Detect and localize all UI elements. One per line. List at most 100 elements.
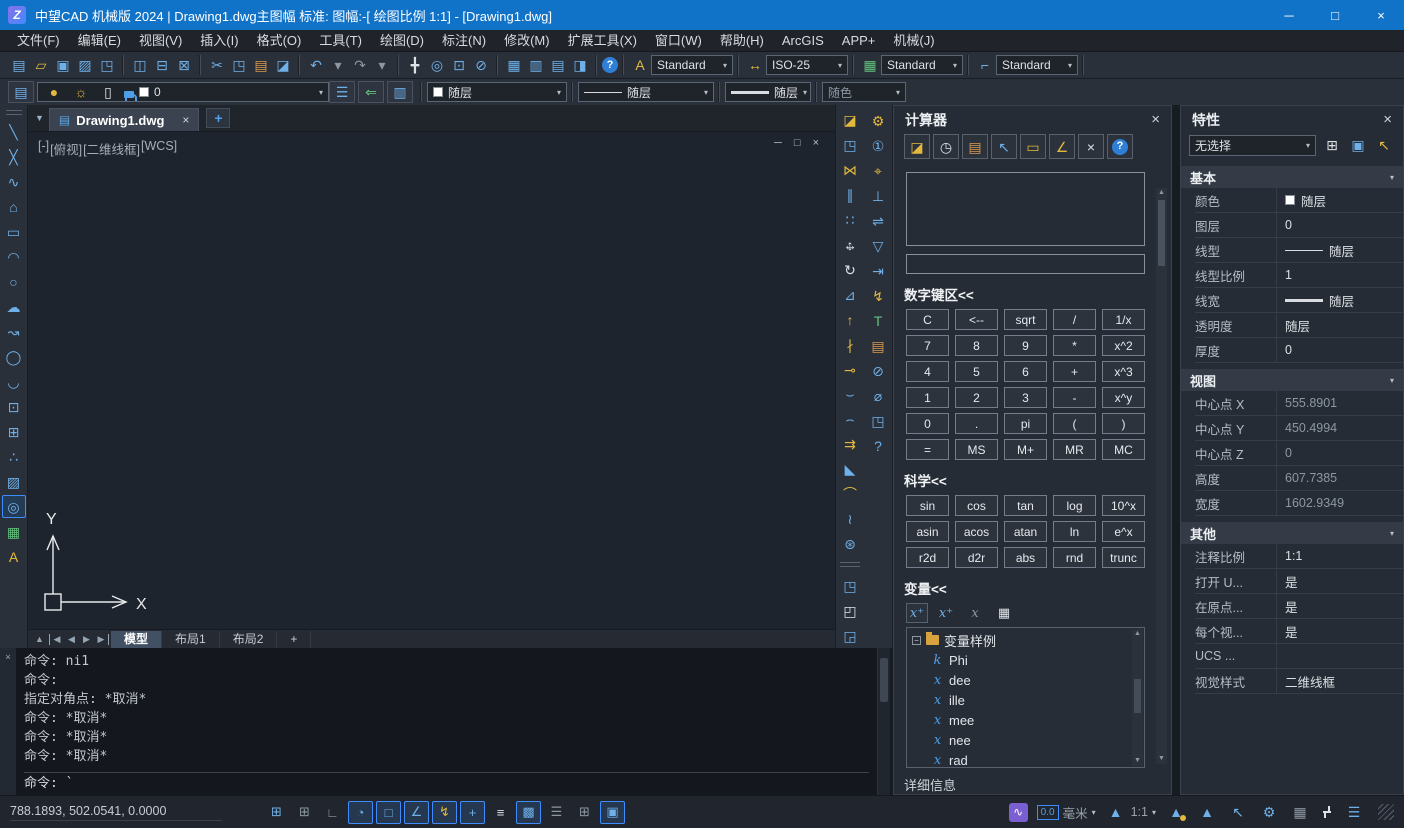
property-value[interactable]: 0 <box>1277 446 1403 460</box>
toggle-pickadd-icon[interactable]: ▣ <box>1347 134 1369 156</box>
offset-icon[interactable]: ∥ <box>838 184 862 207</box>
break-at-point-icon[interactable]: ⌢ <box>838 408 862 431</box>
variable-item[interactable]: kPhi <box>907 650 1144 670</box>
mleader-style-combo[interactable]: Standard▾ <box>996 55 1078 75</box>
polyline-icon[interactable]: ∿ <box>2 170 26 193</box>
layout-menu-button[interactable]: ▲ <box>32 634 47 644</box>
calc-key-1dividex[interactable]: 1/x <box>1102 309 1145 330</box>
calc-key-cos[interactable]: cos <box>955 495 998 516</box>
pan-icon[interactable]: ╋ <box>404 54 426 76</box>
menu-dimension[interactable]: 标注(N) <box>433 30 495 52</box>
zwcad-logo-icon[interactable]: ∿ <box>1009 803 1028 822</box>
save-as-icon[interactable]: ▨ <box>74 54 96 76</box>
layer-plot-icon[interactable]: ▯ <box>97 82 119 102</box>
menu-insert[interactable]: 插入(I) <box>191 30 247 52</box>
hardware-acceleration-icon[interactable]: ▦ <box>1289 801 1311 823</box>
calc-key-xpow2[interactable]: x^2 <box>1102 335 1145 356</box>
calc-help-icon[interactable]: ? <box>1112 139 1128 155</box>
new-variable-button[interactable]: x⁺ <box>906 603 928 623</box>
annotation-scale-control[interactable]: ▲1:1▾ <box>1105 801 1156 823</box>
layout-tab-layout1[interactable]: 布局1 <box>162 631 220 648</box>
property-value[interactable]: 是 <box>1277 572 1403 591</box>
array-icon[interactable]: ∷ <box>838 209 862 232</box>
donut-icon[interactable]: ◎ <box>2 495 26 518</box>
calc-key-d2r[interactable]: d2r <box>955 547 998 568</box>
section-header-view[interactable]: 视图▾ <box>1181 369 1403 391</box>
property-value[interactable]: 1602.9349 <box>1277 496 1403 510</box>
calc-key-epowx[interactable]: e^x <box>1102 521 1145 542</box>
layer-match-icon[interactable]: ☰ <box>331 81 353 103</box>
calc-key-ln[interactable]: ln <box>1053 521 1096 542</box>
calc-key-atan[interactable]: atan <box>1004 521 1047 542</box>
annotation-scale-icon[interactable]: ▲ <box>1105 801 1127 823</box>
plot-style-combo[interactable]: 随色▾ <box>822 82 906 102</box>
open-file-icon[interactable]: ▱ <box>30 54 52 76</box>
selection-combo[interactable]: 无选择 ▾ <box>1189 135 1316 156</box>
weld-symbol-icon[interactable]: ↯ <box>866 284 890 307</box>
settings-gear-icon[interactable]: ⚙ <box>1258 801 1280 823</box>
calc-key-8[interactable]: 8 <box>955 335 998 356</box>
variable-calculator-button[interactable]: ▦ <box>993 603 1015 623</box>
menu-mechanical[interactable]: 机械(J) <box>884 30 943 52</box>
document-tab[interactable]: ▤ Drawing1.dwg × <box>49 108 199 131</box>
new-file-icon[interactable]: ▤ <box>8 54 30 76</box>
menu-window[interactable]: 窗口(W) <box>646 30 711 52</box>
plot-preview-icon[interactable]: ◫ <box>129 54 151 76</box>
minimize-button[interactable]: ─ <box>1266 0 1312 30</box>
text-tool-icon[interactable]: T <box>866 309 890 332</box>
auto-annotation-icon[interactable]: ▲ <box>1196 801 1218 823</box>
color-combo[interactable]: 随层▾ <box>427 82 567 102</box>
command-history[interactable]: 命令: ni1命令:指定对角点: *取消*命令: *取消*命令: *取消*命令:… <box>16 648 877 795</box>
calc-key-trunc[interactable]: trunc <box>1102 547 1145 568</box>
calc-key-Mplus[interactable]: M+ <box>1004 439 1047 460</box>
calc-key-5[interactable]: 5 <box>955 361 998 382</box>
centerline-dimension-icon[interactable]: ⊥ <box>866 184 890 207</box>
layer-previous-button[interactable]: ⇐ <box>358 81 384 103</box>
clear-history-icon[interactable]: × <box>1080 136 1102 158</box>
zoom-window-icon[interactable]: ⊡ <box>448 54 470 76</box>
section-header-basic[interactable]: 基本▾ <box>1181 166 1403 188</box>
coordinates-readout[interactable]: 788.1893, 502.0541, 0.0000 <box>10 804 222 821</box>
doc-close-icon[interactable]: × <box>813 137 819 149</box>
measure-distance-button[interactable]: ▭ <box>1020 134 1046 159</box>
undo-more-icon[interactable]: ▾ <box>327 54 349 76</box>
calc-key-xpow3[interactable]: x^3 <box>1102 361 1145 382</box>
paste-to-cmdline-button[interactable]: ▤ <box>962 134 988 159</box>
menu-edit[interactable]: 编辑(E) <box>69 30 130 52</box>
get-coordinates-icon[interactable]: ↖ <box>993 136 1015 158</box>
sheet-settings-icon[interactable]: ⚙ <box>866 109 890 132</box>
draw-order-front-icon[interactable]: ◳ <box>838 574 862 597</box>
datum-symbol-icon[interactable]: ⇌ <box>866 209 890 232</box>
section-header-misc[interactable]: 其他▾ <box>1181 522 1403 544</box>
create-block-icon[interactable]: ⊞ <box>2 420 26 443</box>
clear-display-icon[interactable]: ◪ <box>906 136 928 158</box>
calc-key-multiply[interactable]: * <box>1053 335 1096 356</box>
dimension-style-combo[interactable]: ISO-25▾ <box>766 55 848 75</box>
property-value[interactable]: 0 <box>1277 343 1403 357</box>
polar-tracking-toggle[interactable]: ◔ <box>348 801 373 824</box>
object-snap-tracking-toggle[interactable]: ∠ <box>404 801 429 824</box>
layer-previous-icon[interactable]: ⇐ <box>360 81 382 103</box>
property-value[interactable]: 随层 <box>1277 316 1403 335</box>
calc-key-equals[interactable]: = <box>906 439 949 460</box>
copy-icon[interactable]: ◳ <box>838 134 862 157</box>
calc-key-C[interactable]: C <box>906 309 949 330</box>
blend-curves-icon[interactable]: ≀ <box>838 508 862 531</box>
table-style-combo[interactable]: Standard▾ <box>881 55 963 75</box>
measure-angle-icon[interactable]: ∠ <box>1051 136 1073 158</box>
tree-collapse-icon[interactable]: − <box>912 636 921 645</box>
save-icon[interactable]: ▣ <box>52 54 74 76</box>
viewport-control-1[interactable]: [俯视] <box>50 139 82 158</box>
surface-roughness-icon[interactable]: ▽ <box>866 234 890 257</box>
property-value[interactable]: 是 <box>1277 597 1403 616</box>
history-icon[interactable]: ◷ <box>935 136 957 158</box>
previous-layout-button[interactable]: ◀ <box>64 634 79 645</box>
dynamic-input-toggle[interactable]: + <box>460 801 485 824</box>
section-symbol-icon[interactable]: ⊘ <box>866 359 890 382</box>
dimension-style-icon[interactable]: ↔ <box>744 54 766 76</box>
text-style-icon[interactable]: A <box>629 54 651 76</box>
command-window-close-icon[interactable]: × <box>5 652 11 663</box>
scale-icon[interactable]: ⊿ <box>838 283 862 306</box>
mleader-style-icon[interactable]: ⌐ <box>974 54 996 76</box>
calculator-scrollbar[interactable]: ▲▼ <box>1156 188 1167 764</box>
